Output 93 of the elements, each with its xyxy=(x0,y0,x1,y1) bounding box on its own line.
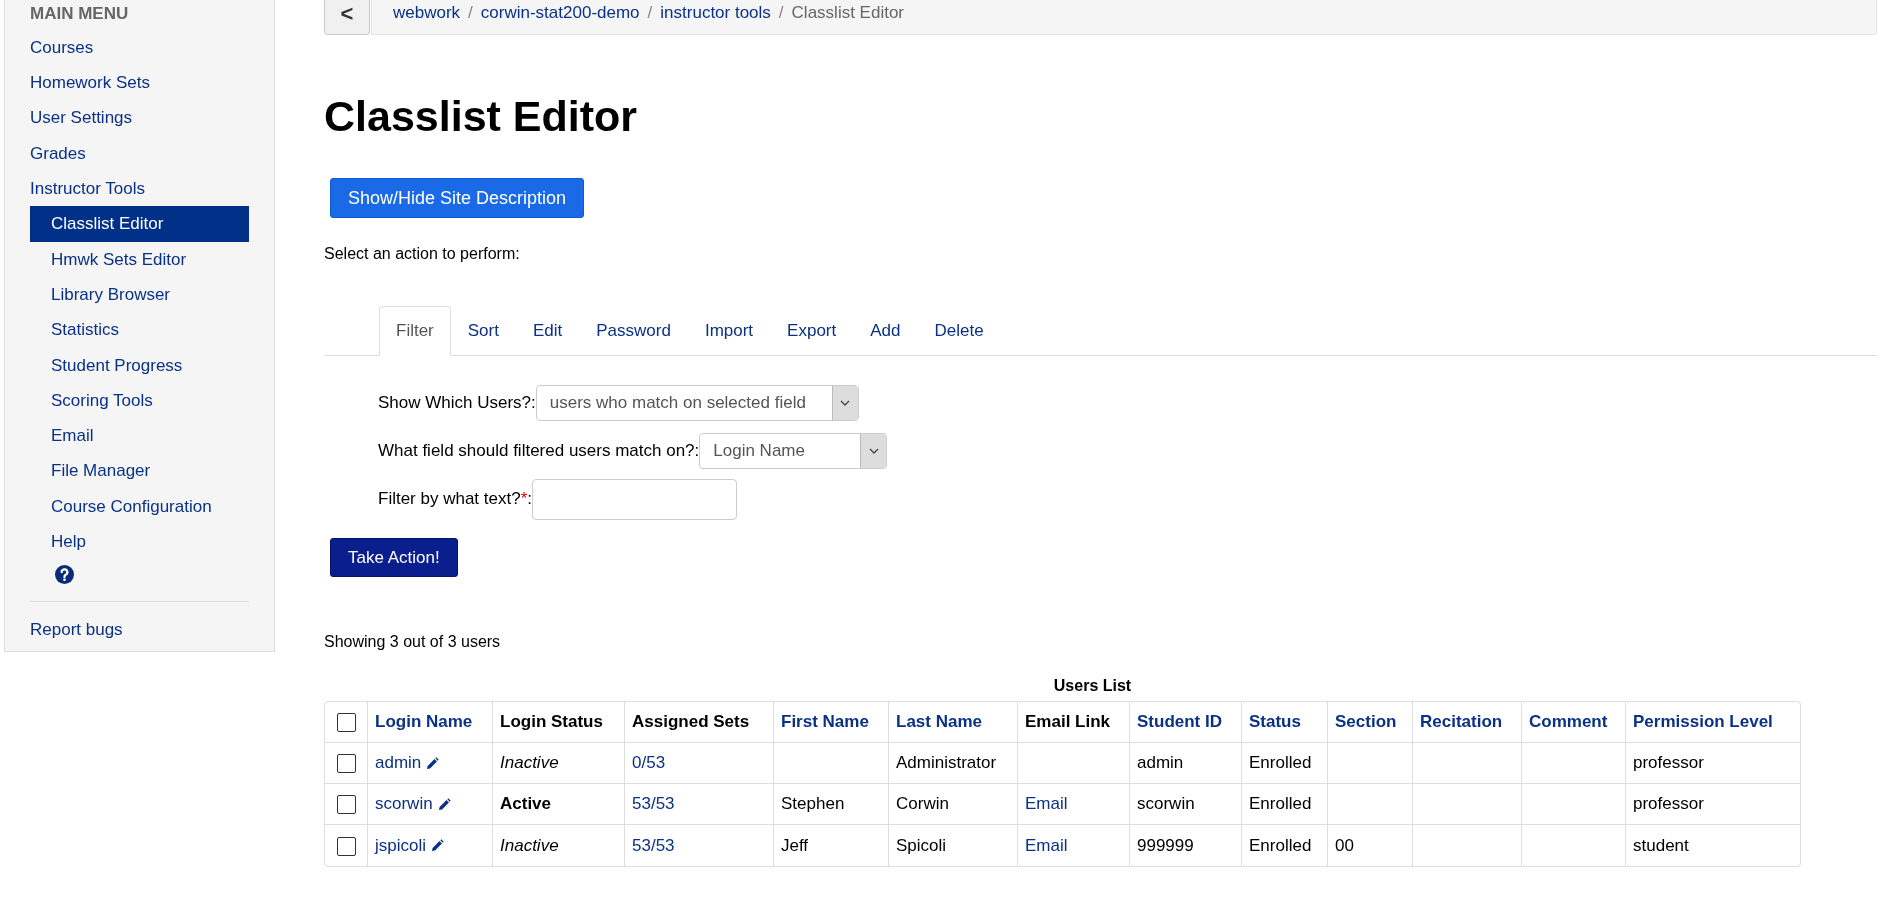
column-header: Assigned Sets xyxy=(625,702,774,743)
table-cell: admin xyxy=(1137,753,1184,773)
page-title: Classlist Editor xyxy=(324,95,639,138)
field-label: Show Which Users?: xyxy=(378,392,536,415)
field-label: What field should filtered users match on?: xyxy=(378,440,700,463)
table-cell: Enrolled xyxy=(1249,794,1312,814)
help-icon[interactable] xyxy=(55,564,74,584)
table-cell: professor xyxy=(1633,794,1704,814)
login-link[interactable]: scorwin xyxy=(375,791,433,817)
column-header[interactable]: First Name xyxy=(774,702,889,743)
login-link[interactable]: admin xyxy=(375,750,422,776)
dropdown[interactable]: Login Name xyxy=(699,433,888,469)
dropdown[interactable]: users who match on selected field xyxy=(535,385,859,421)
breadcrumb-link[interactable]: instructor tools xyxy=(660,0,771,26)
table-link[interactable]: 53/53 xyxy=(632,835,675,855)
field-label: Filter by what text?*: xyxy=(378,488,533,511)
table-cell: Administrator xyxy=(896,753,997,773)
tab[interactable]: Edit xyxy=(515,306,580,356)
site-description-button[interactable]: Show/Hide Site Description xyxy=(330,178,585,218)
footer-link[interactable]: Report bugs xyxy=(5,612,274,648)
menu-heading: MAIN MENU xyxy=(29,3,130,25)
pencil-icon[interactable] xyxy=(436,797,451,811)
sidebar-item[interactable]: Statistics xyxy=(30,312,249,348)
chevron-down-icon xyxy=(840,400,851,406)
column-header[interactable]: Section xyxy=(1328,702,1413,743)
back-button[interactable]: < xyxy=(324,0,370,35)
checkbox[interactable] xyxy=(336,754,356,774)
status-text: Active xyxy=(500,794,552,814)
table-cell: professor xyxy=(1633,753,1704,773)
table-cell: Spicoli xyxy=(896,835,947,855)
sidebar-item[interactable]: File Manager xyxy=(30,453,249,489)
sidebar-item[interactable]: User Settings xyxy=(5,100,274,136)
table-cell: 999999 xyxy=(1137,835,1194,855)
checkbox[interactable] xyxy=(336,836,356,856)
take-action-button[interactable]: Take Action! xyxy=(330,538,458,577)
table-link[interactable]: Email xyxy=(1025,835,1068,855)
column-header: Email Link xyxy=(1018,702,1130,743)
sidebar-item[interactable]: Courses xyxy=(5,30,274,66)
table-cell: Enrolled xyxy=(1249,753,1312,773)
sidebar-item[interactable]: Email xyxy=(30,418,249,454)
sidebar-item[interactable]: Student Progress xyxy=(30,347,249,383)
chevron-down-icon xyxy=(868,448,879,454)
table-cell: Corwin xyxy=(896,794,949,814)
sidebar-item[interactable]: Course Configuration xyxy=(30,488,249,525)
pencil-icon[interactable] xyxy=(425,756,440,770)
table-link[interactable]: Email xyxy=(1025,794,1068,814)
table-link[interactable]: 53/53 xyxy=(632,794,675,814)
table-link[interactable]: 0/53 xyxy=(632,753,666,773)
column-header[interactable]: Comment xyxy=(1522,702,1626,743)
breadcrumb-link[interactable]: corwin-stat200-demo xyxy=(480,0,640,26)
status-text: Inactive xyxy=(500,835,559,855)
breadcrumb-separator: / xyxy=(647,2,653,25)
breadcrumb-link[interactable]: webwork xyxy=(393,0,461,26)
sidebar-item[interactable]: Instructor Tools xyxy=(5,171,274,207)
login-link[interactable]: jspicoli xyxy=(375,832,427,859)
status-text: Inactive xyxy=(500,753,559,773)
sidebar-item[interactable]: Scoring Tools xyxy=(30,382,249,419)
column-header[interactable]: Status xyxy=(1242,702,1328,743)
column-header[interactable]: Last Name xyxy=(889,702,1018,743)
sidebar-item[interactable]: Classlist Editor xyxy=(30,206,249,242)
checkbox[interactable] xyxy=(336,795,356,815)
sidebar-item[interactable]: Library Browser xyxy=(30,277,249,313)
summary-text: Showing 3 out of 3 users xyxy=(324,632,502,652)
tab[interactable]: Password xyxy=(579,306,688,356)
pencil-icon[interactable] xyxy=(430,839,445,852)
action-prompt: Select an action to perform: xyxy=(324,244,521,264)
tab[interactable]: Add xyxy=(853,306,918,356)
breadcrumb-separator: / xyxy=(468,2,473,25)
breadcrumb-separator: / xyxy=(778,2,784,25)
tab[interactable]: Export xyxy=(770,306,854,356)
breadcrumb-current: Classlist Editor xyxy=(791,2,904,25)
table-cell: Stephen xyxy=(781,794,845,814)
table-cell: Enrolled xyxy=(1249,835,1312,855)
table-cell: student xyxy=(1633,835,1689,855)
sidebar-item[interactable]: Grades xyxy=(5,135,274,172)
text-input[interactable] xyxy=(532,478,738,520)
sidebar-item[interactable]: Homework Sets xyxy=(5,65,274,101)
tab[interactable]: Filter xyxy=(379,306,451,356)
tab[interactable]: Import xyxy=(687,306,771,356)
tab[interactable]: Delete xyxy=(917,306,1001,356)
table-cell: scorwin xyxy=(1137,794,1195,814)
table-cell: 00 xyxy=(1335,835,1354,855)
column-header[interactable]: Login Name xyxy=(368,702,493,743)
sidebar-item[interactable]: Hmwk Sets Editor xyxy=(30,241,249,278)
column-header[interactable]: Permission Level xyxy=(1626,702,1800,743)
column-header[interactable]: Recitation xyxy=(1413,702,1522,743)
column-header: Login Status xyxy=(493,702,625,743)
tab[interactable]: Sort xyxy=(450,306,516,356)
column-header[interactable]: Student ID xyxy=(1130,702,1242,743)
checkbox[interactable] xyxy=(336,713,356,733)
sidebar-item[interactable]: Help xyxy=(30,524,249,560)
table-caption: Users List xyxy=(1052,676,1132,696)
table-cell: Jeff xyxy=(781,835,809,855)
